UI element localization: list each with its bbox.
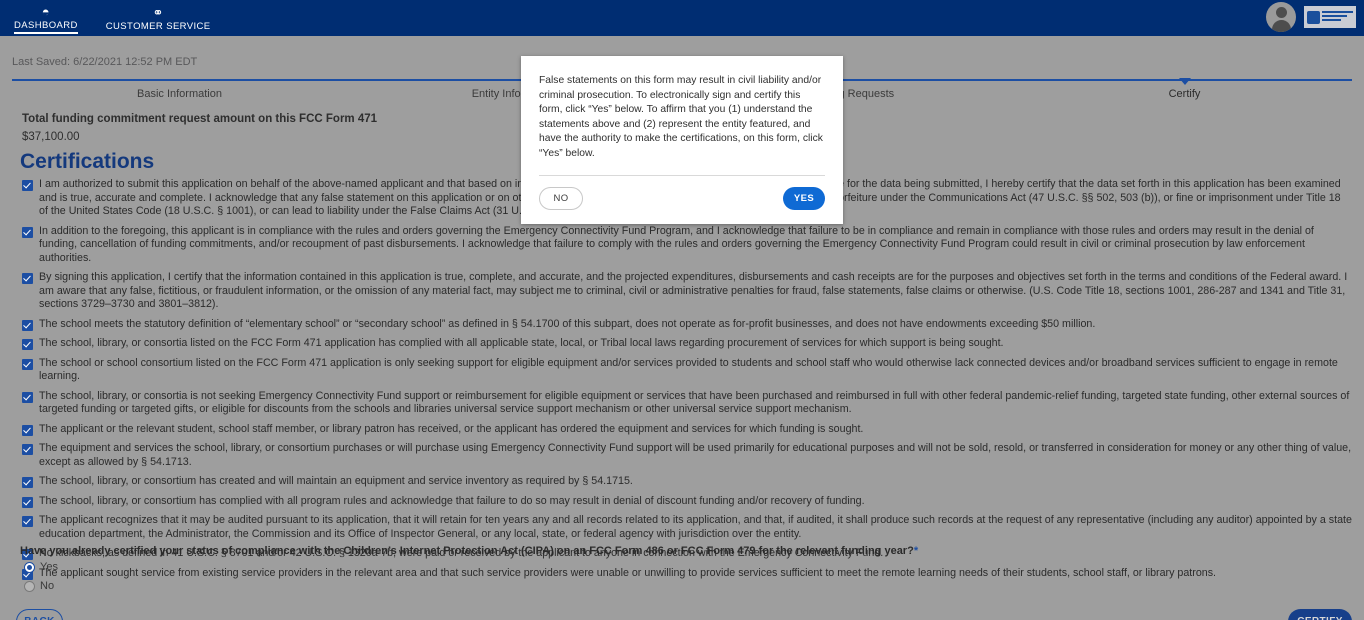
modal-yes-button[interactable]: YES xyxy=(783,187,825,210)
step-certify[interactable]: Certify xyxy=(1017,78,1352,100)
usac-logo-wordmark xyxy=(1322,11,1353,23)
nav-tab-customer-service[interactable]: ⚭ CUSTOMER SERVICE xyxy=(92,0,225,36)
certification-text: The applicant or the relevant student, s… xyxy=(39,422,864,435)
certification-checkbox[interactable] xyxy=(22,339,33,350)
total-funding-value: $37,100.00 xyxy=(22,131,80,143)
certification-item: The applicant sought service from existi… xyxy=(22,567,1352,581)
cipa-option-yes-label: Yes xyxy=(40,561,58,573)
certification-text: The school meets the statutory definitio… xyxy=(39,317,1096,330)
headset-icon: ⚭ xyxy=(152,5,164,20)
certification-checkbox[interactable] xyxy=(22,516,33,527)
certification-checkbox[interactable] xyxy=(22,391,33,403)
certification-item: The school, library, or consortia listed… xyxy=(22,337,1352,351)
certification-text: The school, library, or consortia is not… xyxy=(39,389,1350,416)
certification-checkbox[interactable] xyxy=(22,180,33,191)
nav-tab-customer-service-label: CUSTOMER SERVICE xyxy=(105,21,211,32)
certification-item: The school, library, or consortium has c… xyxy=(22,475,1352,489)
certification-item: In addition to the foregoing, this appli… xyxy=(22,225,1352,266)
top-navigation-bar: ◓ DASHBOARD ⚭ CUSTOMER SERVICE xyxy=(0,0,1364,36)
certification-item: The school, library, or consortium has c… xyxy=(22,495,1352,509)
radio-no-icon[interactable] xyxy=(24,580,35,592)
cipa-question: Have you already certified your status o… xyxy=(20,545,918,557)
certification-item: The applicant or the relevant student, s… xyxy=(22,423,1352,437)
usac-logo-mark xyxy=(1307,10,1320,24)
certification-checkbox[interactable] xyxy=(22,424,33,436)
cipa-option-yes[interactable]: Yes xyxy=(24,561,58,573)
certification-text: The applicant recognizes that it may be … xyxy=(39,514,1352,540)
certification-item: The school, library, or consortia is not… xyxy=(22,390,1352,417)
nav-tab-dashboard-label: DASHBOARD xyxy=(14,20,78,34)
certification-checkbox[interactable] xyxy=(22,273,33,284)
certification-item: The school meets the statutory definitio… xyxy=(22,318,1352,332)
usac-logo xyxy=(1304,6,1356,28)
certification-text: The school, library, or consortia listed… xyxy=(39,337,1004,349)
cipa-question-text: Have you already certified your status o… xyxy=(20,545,914,557)
certification-item: By signing this application, I certify t… xyxy=(22,271,1352,312)
dashboard-gauge-icon: ◓ xyxy=(41,3,51,19)
certification-checkbox[interactable] xyxy=(22,226,33,238)
certifications-list: I am authorized to submit this applicati… xyxy=(22,178,1352,586)
last-saved-text: Last Saved: 6/22/2021 12:52 PM EDT xyxy=(12,56,198,68)
topbar-right-group xyxy=(1266,0,1364,36)
certification-item: The school or school consortium listed o… xyxy=(22,357,1352,384)
modal-actions: NO YES xyxy=(539,176,825,224)
certify-button[interactable]: CERTIFY xyxy=(1288,609,1352,620)
certification-text: By signing this application, I certify t… xyxy=(39,271,1348,310)
certification-text: In addition to the foregoing, this appli… xyxy=(39,224,1314,264)
radio-yes-icon[interactable] xyxy=(24,561,35,573)
nav-tab-dashboard[interactable]: ◓ DASHBOARD xyxy=(0,0,92,36)
required-marker: * xyxy=(913,545,919,557)
certification-checkbox[interactable] xyxy=(22,358,33,370)
cipa-option-no-label: No xyxy=(40,580,55,592)
certification-checkbox[interactable] xyxy=(22,477,33,488)
back-button[interactable]: BACK xyxy=(16,609,63,620)
modal-body-text: False statements on this form may result… xyxy=(539,75,823,159)
certification-checkbox[interactable] xyxy=(22,319,33,331)
certification-text: The school or school consortium listed o… xyxy=(39,356,1338,383)
total-funding-label: Total funding commitment request amount … xyxy=(22,113,378,125)
certification-text: The school, library, or consortium has c… xyxy=(39,475,633,487)
certification-checkbox[interactable] xyxy=(22,496,33,508)
certification-item: The equipment and services the school, l… xyxy=(22,442,1352,469)
certify-confirmation-modal: False statements on this form may result… xyxy=(521,56,843,224)
cipa-option-no[interactable]: No xyxy=(24,580,54,592)
certification-text: The school, library, or consortium has c… xyxy=(39,494,865,507)
modal-no-button[interactable]: NO xyxy=(539,187,583,210)
certifications-heading: Certifications xyxy=(20,150,155,173)
certification-text: The equipment and services the school, l… xyxy=(39,442,1352,468)
certification-checkbox[interactable] xyxy=(22,444,33,455)
certification-item: The applicant recognizes that it may be … xyxy=(22,514,1352,541)
user-avatar[interactable] xyxy=(1266,2,1296,32)
certification-text: The applicant sought service from existi… xyxy=(39,566,1217,579)
step-basic-information[interactable]: Basic Information xyxy=(12,86,347,100)
